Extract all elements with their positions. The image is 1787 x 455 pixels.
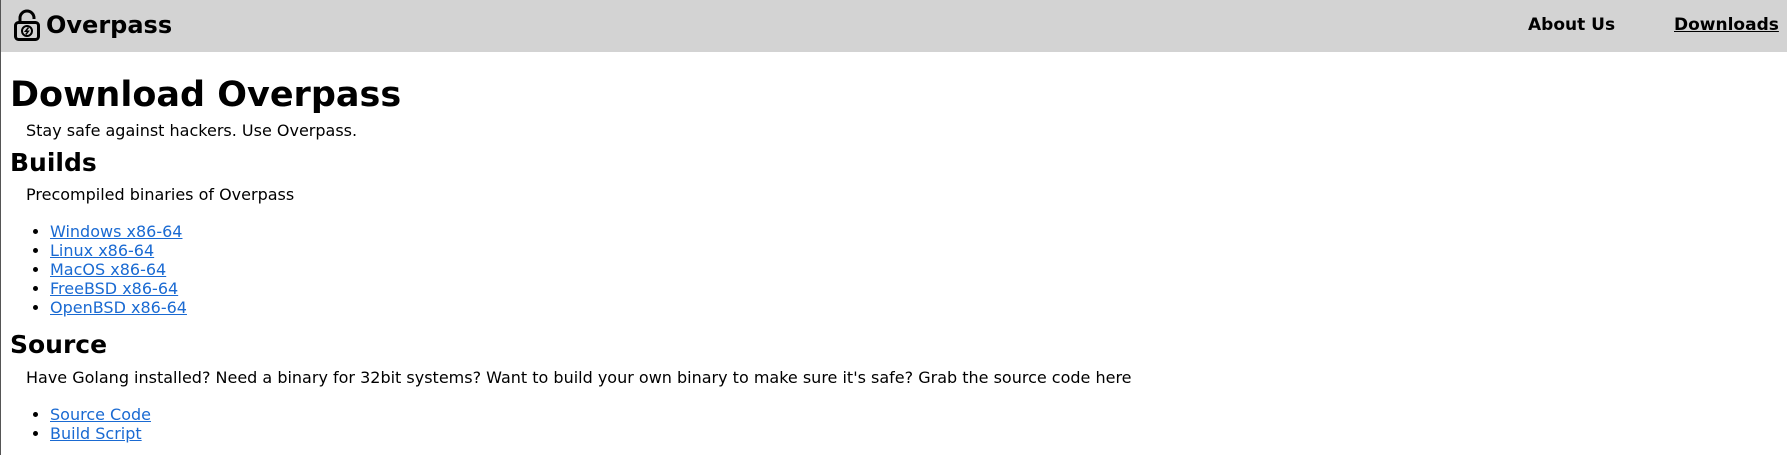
page-title: Download Overpass	[10, 75, 402, 115]
lock-icon	[14, 9, 40, 41]
page-subtitle: Stay safe against hackers. Use Overpass.	[26, 121, 358, 140]
source-heading: Source	[10, 330, 108, 359]
nav-about-us[interactable]: About Us	[1528, 15, 1615, 35]
builds-heading: Builds	[10, 148, 97, 177]
download-windows-link[interactable]: Windows x86-64	[50, 222, 182, 241]
builds-description: Precompiled binaries of Overpass	[26, 185, 295, 204]
list-item: Windows x86-64	[50, 222, 187, 241]
brand-link[interactable]: Overpass	[14, 7, 172, 43]
list-item: FreeBSD x86-64	[50, 279, 187, 298]
download-macos-link[interactable]: MacOS x86-64	[50, 260, 166, 279]
brand-name: Overpass	[46, 11, 173, 39]
download-openbsd-link[interactable]: OpenBSD x86-64	[50, 298, 187, 317]
list-item: Build Script	[50, 424, 151, 443]
download-linux-link[interactable]: Linux x86-64	[50, 241, 154, 260]
page: Overpass About Us Downloads Download Ove…	[0, 0, 1787, 455]
list-item: Linux x86-64	[50, 241, 187, 260]
source-description: Have Golang installed? Need a binary for…	[26, 368, 1132, 387]
builds-list: Windows x86-64 Linux x86-64 MacOS x86-64…	[10, 222, 187, 317]
list-item: MacOS x86-64	[50, 260, 187, 279]
build-script-link[interactable]: Build Script	[50, 424, 142, 443]
list-item: Source Code	[50, 405, 151, 424]
nav-downloads[interactable]: Downloads	[1674, 15, 1779, 35]
source-code-link[interactable]: Source Code	[50, 405, 151, 424]
download-freebsd-link[interactable]: FreeBSD x86-64	[50, 279, 178, 298]
list-item: OpenBSD x86-64	[50, 298, 187, 317]
source-list: Source Code Build Script	[10, 405, 151, 443]
navbar: Overpass About Us Downloads	[1, 0, 1787, 52]
